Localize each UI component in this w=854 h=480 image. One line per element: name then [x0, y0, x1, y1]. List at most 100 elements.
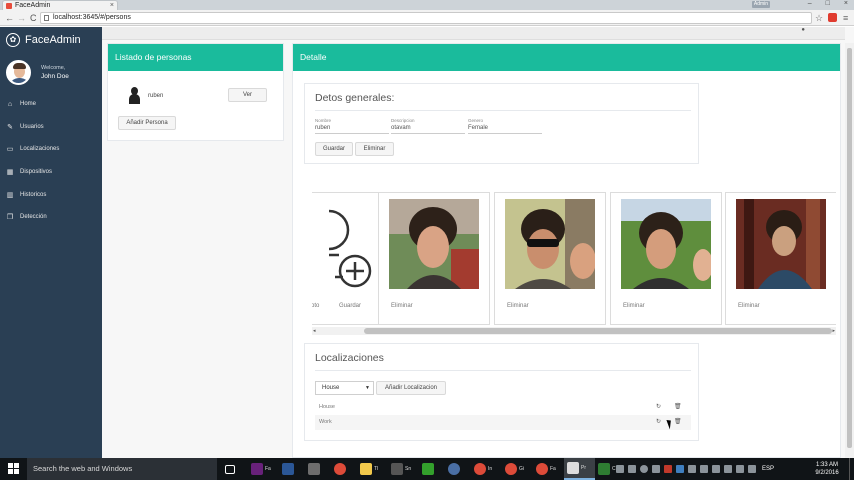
extension-icon[interactable] — [828, 13, 837, 22]
view-person-button[interactable]: Ver — [228, 88, 267, 102]
description-field[interactable]: Descripcion otavam — [391, 118, 465, 134]
brand-name: FaceAdmin — [25, 34, 81, 46]
taskbar-app-label: Gi — [519, 466, 524, 472]
address-bar[interactable]: localhost:3645/#/persons — [40, 12, 812, 24]
browser-menu-icon[interactable]: ≡ — [843, 12, 848, 24]
brand[interactable]: ✿ FaceAdmin — [6, 32, 81, 48]
save-photo-button[interactable]: Guardar — [339, 303, 361, 309]
sidebar-item-usuarios[interactable]: ✎ Usuarios — [6, 116, 98, 139]
scroll-right-icon[interactable]: ▸ — [832, 327, 835, 335]
sidebar-item-home[interactable]: ⌂ Home — [6, 93, 98, 116]
taskbar-app[interactable] — [419, 458, 445, 480]
location-name: House — [319, 404, 335, 410]
delete-photo-button[interactable]: Eliminar — [391, 303, 413, 309]
trash-icon[interactable]: 🗑 — [674, 415, 682, 430]
browser-profile-chip[interactable]: Admin — [752, 1, 770, 8]
delete-photo-button[interactable]: Eliminar — [623, 303, 645, 309]
taskbar-app[interactable] — [305, 458, 331, 480]
taskbar-search[interactable]: Search the web and Windows — [27, 458, 217, 480]
scroll-left-icon[interactable]: ◂ — [313, 327, 316, 335]
gender-field[interactable]: Genero Female — [468, 118, 542, 134]
add-card-left-label: oto — [312, 303, 320, 309]
forward-icon[interactable]: → — [17, 12, 26, 24]
divider — [315, 110, 691, 111]
tab-close-icon[interactable]: × — [110, 1, 114, 10]
refresh-icon[interactable]: ↻ — [656, 400, 661, 415]
top-user-avatar[interactable]: ● — [801, 27, 805, 33]
sidebar-item-deteccion[interactable]: ❐ Detección — [6, 206, 98, 229]
windows-start-icon[interactable] — [8, 463, 19, 474]
bar-chart-icon: ▥ — [6, 191, 14, 199]
bluetooth-icon[interactable] — [676, 465, 684, 473]
back-icon[interactable]: ← — [5, 12, 14, 24]
bookmark-star-icon[interactable]: ☆ — [815, 12, 823, 24]
chrome-icon[interactable] — [331, 458, 357, 480]
gallery-scrollbar-thumb[interactable] — [364, 328, 832, 334]
chrome-icon[interactable]: In — [471, 458, 502, 480]
user-name: John Doe — [41, 73, 69, 80]
person-photo — [505, 199, 595, 289]
tray-icon[interactable] — [640, 465, 648, 473]
page-scrollbar-thumb[interactable] — [847, 48, 852, 448]
locations-card: Localizaciones House ▼ Añadir Localizaci… — [304, 343, 699, 441]
photo-gallery: oto Guardar Eliminar Eliminar Eliminar E… — [312, 190, 836, 333]
taskbar-app[interactable]: Pr — [564, 458, 595, 480]
taskbar-app[interactable] — [279, 458, 305, 480]
taskbar-apps: Fa TI Sn In Gi Fa Pr C: — [222, 458, 626, 480]
taskbar-app-label: TI — [374, 466, 379, 472]
clock-date: 9/2/2016 — [815, 470, 839, 476]
add-location-button[interactable]: Añadir Localizacion — [376, 381, 446, 395]
chrome-icon[interactable]: Gi — [502, 458, 533, 480]
location-row: House ↻ 🗑 — [315, 400, 691, 415]
clock-time: 1:33 AM — [815, 462, 838, 468]
home-icon: ⌂ — [7, 100, 13, 108]
task-view-icon[interactable] — [222, 458, 248, 480]
location-select[interactable]: House ▼ — [315, 381, 374, 395]
tab-title: FaceAdmin — [15, 2, 51, 9]
wifi-icon[interactable] — [724, 465, 732, 473]
clock[interactable]: 1:33 AM 9/2/2016 — [812, 461, 842, 477]
minimize-icon[interactable]: – — [808, 0, 812, 7]
name-value[interactable]: ruben — [315, 124, 389, 134]
refresh-icon[interactable]: ↻ — [656, 415, 661, 430]
taskbar-app[interactable]: TI — [357, 458, 388, 480]
sidebar-item-localizaciones[interactable]: ▭ Localizaciones — [6, 138, 98, 161]
trash-icon[interactable]: 🗑 — [674, 400, 682, 415]
name-field[interactable]: Nombre ruben — [315, 118, 389, 134]
add-person-button[interactable]: Añadir Persona — [118, 116, 176, 130]
taskbar-app[interactable] — [445, 458, 471, 480]
photo-card: Eliminar — [494, 192, 606, 325]
browser-tab[interactable]: FaceAdmin × — [2, 0, 118, 10]
gender-value[interactable]: Female — [468, 124, 542, 134]
sidebar-item-historicos[interactable]: ▥ Historicos — [6, 183, 98, 206]
tray-icon[interactable] — [688, 465, 696, 473]
tray-icon[interactable] — [652, 465, 660, 473]
photo-card: Eliminar — [610, 192, 722, 325]
sidebar-item-dispositivos[interactable]: ▦ Dispositivos — [6, 161, 98, 184]
person-name: ruben — [148, 92, 164, 99]
taskbar-app[interactable]: Fa — [248, 458, 279, 480]
description-value[interactable]: otavam — [391, 124, 465, 134]
volume-icon[interactable] — [736, 465, 744, 473]
notification-icon[interactable] — [748, 465, 756, 473]
sidebar-item-label: Detección — [20, 214, 47, 221]
battery-icon[interactable] — [712, 465, 720, 473]
add-photo-icon[interactable] — [312, 199, 373, 289]
tray-icon[interactable] — [700, 465, 708, 473]
reload-icon[interactable]: C — [30, 12, 37, 24]
show-desktop-button[interactable] — [849, 458, 854, 480]
maximize-icon[interactable]: □ — [826, 0, 830, 7]
close-window-icon[interactable]: × — [844, 0, 848, 7]
delete-person-button[interactable]: Eliminar — [355, 142, 394, 156]
gallery-scrollbar[interactable]: ◂ ▸ — [312, 327, 836, 335]
delete-photo-button[interactable]: Eliminar — [738, 303, 760, 309]
avatar — [6, 60, 31, 85]
language-indicator[interactable]: ESP — [762, 466, 774, 472]
tray-icon[interactable] — [628, 465, 636, 473]
taskbar-app[interactable]: Sn — [388, 458, 419, 480]
delete-photo-button[interactable]: Eliminar — [507, 303, 529, 309]
tray-icon[interactable] — [664, 465, 672, 473]
tray-icon[interactable] — [616, 465, 624, 473]
save-button[interactable]: Guardar — [315, 142, 353, 156]
chrome-icon[interactable]: Fa — [533, 458, 564, 480]
